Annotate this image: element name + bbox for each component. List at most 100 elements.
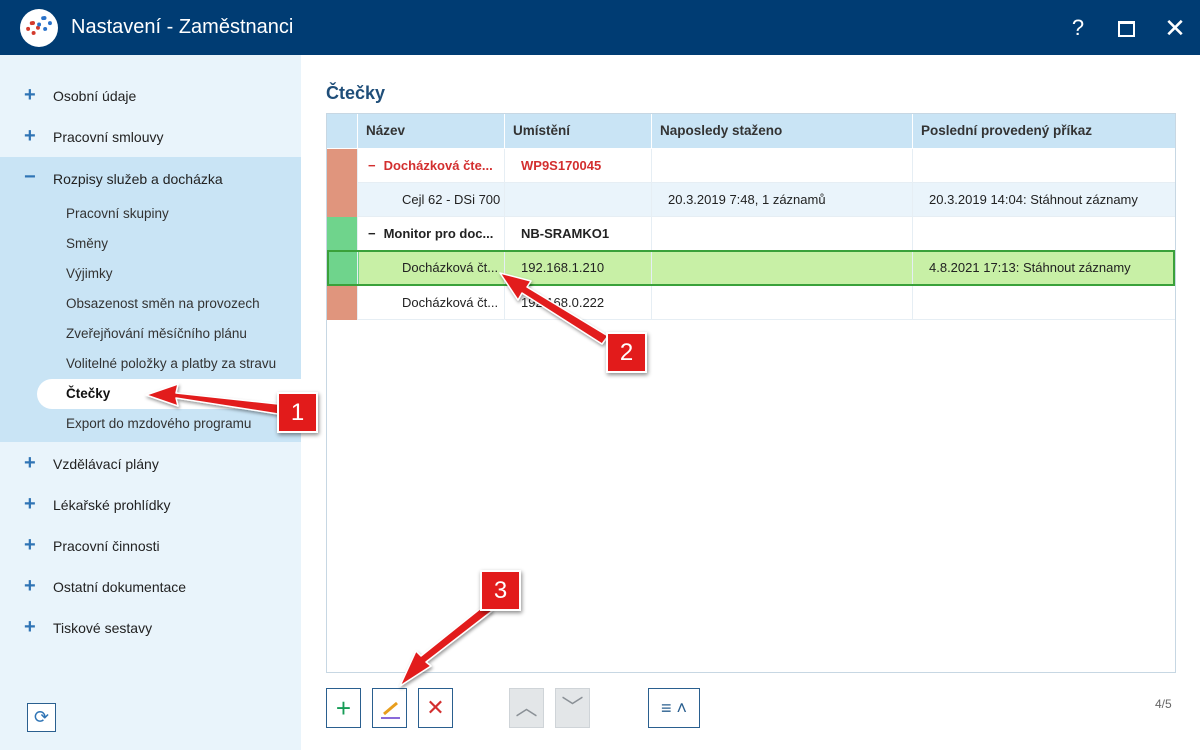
sidebar-subitem-occupancy[interactable]: Obsazenost směn na provozech — [0, 289, 301, 319]
maximize-button[interactable] — [1108, 10, 1144, 46]
refresh-button[interactable]: ⟳ — [27, 703, 56, 732]
table-header: Název Umístění Naposledy staženo Posledn… — [327, 114, 1175, 148]
cell-command — [912, 149, 1175, 183]
sidebar-subitem-label: Směny — [66, 236, 109, 251]
maximize-icon — [1117, 21, 1135, 38]
sidebar-item-label: Pracovní smlouvy — [53, 129, 164, 145]
cell-downloaded — [651, 286, 912, 320]
status-marker — [327, 286, 357, 320]
table-row[interactable]: − Docházková čte... WP9S170045 — [327, 149, 1175, 183]
cell-name-text: Monitor pro doc... — [383, 226, 494, 241]
sidebar-subitem-label: Volitelné položky a platby za stravu — [66, 356, 277, 371]
sidebar-item-contracts[interactable]: + Pracovní smlouvy — [0, 116, 301, 157]
annotation-callout-1: 1 — [277, 392, 318, 433]
sidebar-subitem-readers[interactable]: Čtečky — [0, 379, 317, 409]
sidebar-item-activities[interactable]: + Pracovní činnosti — [0, 525, 301, 566]
sidebar-subitem-label: Čtečky — [66, 386, 111, 401]
add-button[interactable]: + — [326, 688, 361, 728]
sidebar-item-label: Lékařské prohlídky — [53, 497, 171, 513]
pencil-underline — [381, 717, 400, 719]
chevron-down-icon: ﹀ — [561, 695, 584, 720]
sidebar-group-header[interactable]: − Rozpisy služeb a docházka — [0, 157, 301, 199]
sidebar-item-label: Pracovní činnosti — [53, 538, 160, 554]
cell-name-text: Docházková čte... — [383, 158, 493, 173]
page-title: Čtečky — [326, 83, 386, 103]
sidebar-subitem-label: Obsazenost směn na provozech — [66, 296, 260, 311]
cell-location — [504, 183, 651, 217]
expand-plus-icon: + — [24, 493, 36, 515]
cell-location: 192.168.1.210 — [504, 252, 651, 284]
sidebar-subitem-label: Export do mzdového programu — [66, 416, 252, 431]
expand-plus-icon: + — [24, 452, 36, 474]
sidebar-subitem-publishing[interactable]: Zveřejňování měsíčního plánu — [0, 319, 301, 349]
title-bar: Nastavení - Zaměstnanci ? ✕ — [0, 0, 1200, 55]
sidebar-item-medical[interactable]: + Lékařské prohlídky — [0, 484, 301, 525]
expand-plus-icon: + — [24, 125, 36, 147]
status-marker — [327, 149, 357, 183]
page-counter: 4/5 — [1155, 697, 1172, 711]
cell-downloaded — [651, 217, 912, 251]
collapse-minus-icon: − — [24, 166, 36, 188]
sidebar-subitem-export[interactable]: Export do mzdového programu — [0, 409, 301, 439]
cell-name: Docházková čt... — [357, 286, 504, 320]
move-up-button[interactable]: ︿ — [509, 688, 544, 728]
sidebar-subitem-label: Pracovní skupiny — [66, 206, 169, 221]
cell-name: − Docházková čte... — [357, 149, 504, 183]
sidebar-subitem-work-groups[interactable]: Pracovní skupiny — [0, 199, 301, 229]
plus-icon: + — [335, 693, 352, 723]
expand-plus-icon: + — [24, 534, 36, 556]
column-header-location[interactable]: Umístění — [504, 114, 651, 148]
move-down-button[interactable]: ﹀ — [555, 688, 590, 728]
cell-command: 4.8.2021 17:13: Stáhnout záznamy — [912, 252, 1175, 284]
sidebar-item-education[interactable]: + Vzdělávací plány — [0, 443, 301, 484]
readers-table: Název Umístění Naposledy staženo Posledn… — [326, 113, 1176, 673]
status-marker — [327, 183, 357, 217]
expand-plus-icon: + — [24, 616, 36, 638]
sidebar-item-other-docs[interactable]: + Ostatní dokumentace — [0, 566, 301, 607]
refresh-icon: ⟳ — [33, 707, 50, 727]
sidebar-subitem-exceptions[interactable]: Výjimky — [0, 259, 301, 289]
cell-command — [912, 217, 1175, 251]
sidebar-item-label: Ostatní dokumentace — [53, 579, 187, 595]
annotation-callout-3: 3 — [480, 570, 521, 611]
pencil-icon — [383, 701, 398, 716]
edit-button[interactable] — [372, 688, 407, 728]
collapse-minus-icon[interactable]: − — [368, 226, 376, 241]
sidebar-subitem-label: Zveřejňování měsíčního plánu — [66, 326, 247, 341]
collapse-minus-icon[interactable]: − — [368, 158, 376, 173]
sidebar-item-reports[interactable]: + Tiskové sestavy — [0, 607, 301, 648]
help-button[interactable]: ? — [1060, 10, 1096, 46]
table-row[interactable]: Cejl 62 - DSi 700 20.3.2019 7:48, 1 zázn… — [327, 183, 1175, 217]
cell-command — [912, 286, 1175, 320]
annotation-callout-2: 2 — [606, 332, 647, 373]
sidebar-group-shifts: − Rozpisy služeb a docházka Pracovní sku… — [0, 157, 317, 442]
cell-command: 20.3.2019 14:04: Stáhnout záznamy — [912, 183, 1175, 217]
app-gears-icon — [20, 9, 58, 47]
table-row-selected[interactable]: Docházková čt... 192.168.1.210 4.8.2021 … — [327, 250, 1175, 286]
cell-downloaded — [651, 149, 912, 183]
column-header-downloaded[interactable]: Naposledy staženo — [651, 114, 912, 148]
sidebar-subitem-optional-items[interactable]: Volitelné položky a platby za stravu — [0, 349, 301, 379]
table-row[interactable]: Docházková čt... 192.168.0.222 — [327, 286, 1175, 320]
sidebar-group-label: Rozpisy služeb a docházka — [53, 171, 223, 187]
column-header-name[interactable]: Název — [357, 114, 504, 148]
cell-name: Cejl 62 - DSi 700 — [357, 183, 504, 217]
sidebar-item-label: Osobní údaje — [53, 88, 137, 104]
hamburger-menu-icon: ≡ ˄ — [660, 698, 687, 718]
window-title: Nastavení - Zaměstnanci — [71, 16, 294, 38]
sidebar-subitem-shifts[interactable]: Směny — [0, 229, 301, 259]
delete-button[interactable]: ✕ — [418, 688, 453, 728]
sidebar-item-personal[interactable]: + Osobní údaje — [0, 75, 301, 116]
expand-plus-icon: + — [24, 84, 36, 106]
table-row[interactable]: − Monitor pro doc... NB-SRAMKO1 — [327, 217, 1175, 251]
status-marker — [329, 252, 359, 284]
cell-name: − Monitor pro doc... — [357, 217, 504, 251]
cell-location: 192.168.0.222 — [504, 286, 651, 320]
close-button[interactable]: ✕ — [1157, 10, 1193, 46]
cell-location: WP9S170045 — [504, 149, 651, 183]
sidebar-item-label: Vzdělávací plány — [53, 456, 159, 472]
cell-name: Docházková čt... — [357, 252, 504, 284]
menu-button[interactable]: ≡ ˄ — [648, 688, 700, 728]
column-header-command[interactable]: Poslední provedený příkaz — [912, 114, 1175, 148]
sidebar-subitem-label: Výjimky — [66, 266, 113, 281]
